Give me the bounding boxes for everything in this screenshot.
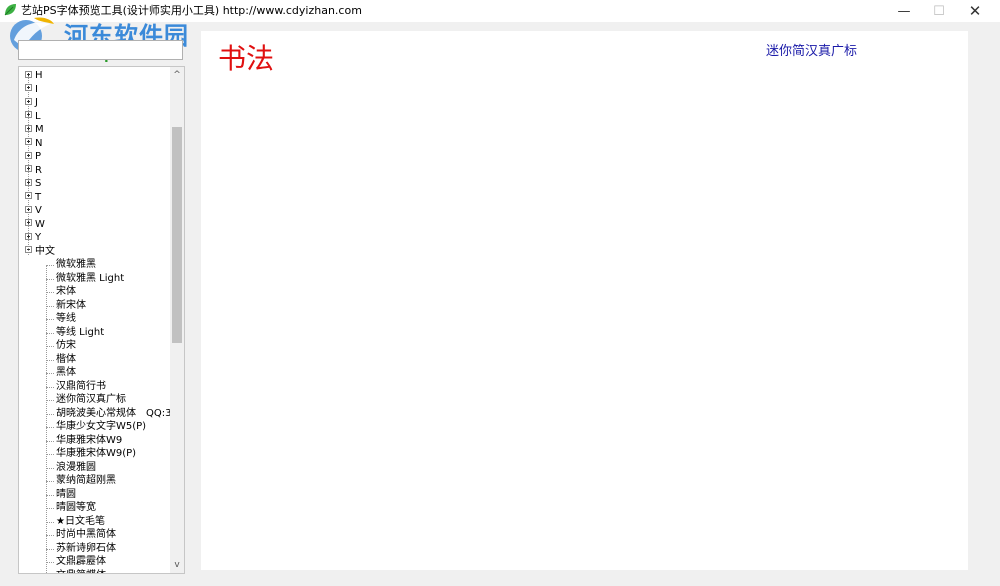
font-item[interactable]: 华康雅宋体W9 <box>19 434 171 448</box>
expand-plus-icon[interactable] <box>25 124 32 132</box>
font-item[interactable]: 胡晓波美心常规体 QQ:3 <box>19 407 171 421</box>
preview-pane: 书法 迷你简汉真广标 <box>201 31 968 570</box>
tree-group-label: N <box>35 137 43 149</box>
expand-plus-icon[interactable] <box>25 232 32 240</box>
font-item[interactable]: 晴圆 <box>19 488 171 502</box>
expand-plus-icon[interactable] <box>25 70 32 78</box>
font-item[interactable]: 楷体 <box>19 353 171 367</box>
tree-group-label: L <box>35 110 41 122</box>
tree-group-label: H <box>35 70 43 81</box>
tree-group-j[interactable]: J <box>19 96 171 110</box>
font-item[interactable]: 宋体 <box>19 285 171 299</box>
font-item[interactable]: 华康少女文字W5(P) <box>19 420 171 434</box>
tree-group-label: J <box>35 97 38 108</box>
tree-group-label: W <box>35 218 45 230</box>
maximize-button[interactable]: ☐ <box>922 0 956 22</box>
font-item[interactable]: 华康雅宋体W9(P) <box>19 447 171 461</box>
expand-plus-icon[interactable] <box>25 178 32 186</box>
tree-group-h[interactable]: H <box>19 69 171 83</box>
font-item[interactable]: 蒙纳简超刚黑 <box>19 474 171 488</box>
expand-plus-icon[interactable] <box>25 111 32 118</box>
collapse-minus-icon[interactable] <box>25 246 32 253</box>
tree-group-label: S <box>35 178 42 189</box>
scroll-down-icon[interactable]: v <box>170 557 184 573</box>
scroll-up-icon[interactable]: ^ <box>170 67 184 83</box>
tree-group-label: 中文 <box>35 245 55 257</box>
tree-group-label: P <box>35 151 42 162</box>
font-item[interactable]: 仿宋 <box>19 339 171 353</box>
preview-sample-text: 书法 <box>218 42 275 75</box>
tree-group-label: M <box>35 124 44 135</box>
tree-group-label: R <box>35 164 42 176</box>
tree-group-chinese[interactable]: 中文 <box>19 245 171 259</box>
font-item[interactable]: 黑体 <box>19 366 171 380</box>
font-item[interactable]: 浪漫雅圆 <box>19 461 171 475</box>
expand-plus-icon[interactable] <box>25 205 32 213</box>
tree-group-l[interactable]: L <box>19 110 171 124</box>
scroll-thumb[interactable] <box>172 127 182 343</box>
font-item[interactable]: 微软雅黑 Light <box>19 272 171 286</box>
expand-plus-icon[interactable] <box>25 219 32 226</box>
expand-plus-icon[interactable] <box>25 165 32 172</box>
tree-group-s[interactable]: S <box>19 177 171 191</box>
tree-group-label: T <box>35 191 42 203</box>
expand-plus-icon[interactable] <box>25 138 32 145</box>
expand-plus-icon[interactable] <box>25 151 32 159</box>
minimize-button[interactable]: — <box>887 0 921 22</box>
tree-group-i[interactable]: I <box>19 83 171 97</box>
vertical-scrollbar[interactable]: ^ v <box>170 67 184 573</box>
tree-group-v[interactable]: V <box>19 204 171 218</box>
tree-group-label: V <box>35 205 42 216</box>
font-item[interactable]: 迷你简汉真广标 <box>19 393 171 407</box>
font-filter-input[interactable] <box>18 40 183 60</box>
font-item[interactable]: 晴圆等宽 <box>19 501 171 515</box>
font-item[interactable]: 文鼎简蝶体 <box>19 569 171 574</box>
tree-group-w[interactable]: W <box>19 218 171 232</box>
font-tree-list: H I J L M N P R S T V W Y 中文 微软雅黑 微软雅黑 Light 宋体 新宋体 等线 等线 L… <box>19 69 171 574</box>
preview-font-name: 迷你简汉真广标 <box>766 44 858 59</box>
font-item[interactable]: 文鼎霹靂体 <box>19 555 171 569</box>
expand-plus-icon[interactable] <box>25 97 32 105</box>
font-tree[interactable]: H I J L M N P R S T V W Y 中文 微软雅黑 微软雅黑 Light 宋体 新宋体 等线 等线 L… <box>18 66 185 574</box>
tree-group-y[interactable]: Y <box>19 231 171 245</box>
tree-group-label: I <box>35 83 38 95</box>
font-item[interactable]: 苏新诗卵石体 <box>19 542 171 556</box>
expand-plus-icon[interactable] <box>25 192 32 199</box>
font-item[interactable]: ★日文毛笔 <box>19 515 171 529</box>
close-button[interactable]: ✕ <box>958 0 992 22</box>
font-item[interactable]: 新宋体 <box>19 299 171 313</box>
font-item[interactable]: 汉鼎简行书 <box>19 380 171 394</box>
tree-group-t[interactable]: T <box>19 191 171 205</box>
font-item[interactable]: 等线 Light <box>19 326 171 340</box>
tree-group-r[interactable]: R <box>19 164 171 178</box>
font-item[interactable]: 等线 <box>19 312 171 326</box>
font-item[interactable]: 时尚中黑简体 <box>19 528 171 542</box>
font-item[interactable]: 微软雅黑 <box>19 258 171 272</box>
tree-group-p[interactable]: P <box>19 150 171 164</box>
tree-group-m[interactable]: M <box>19 123 171 137</box>
tree-group-n[interactable]: N <box>19 137 171 151</box>
expand-plus-icon[interactable] <box>25 84 32 91</box>
tree-group-label: Y <box>35 232 42 243</box>
